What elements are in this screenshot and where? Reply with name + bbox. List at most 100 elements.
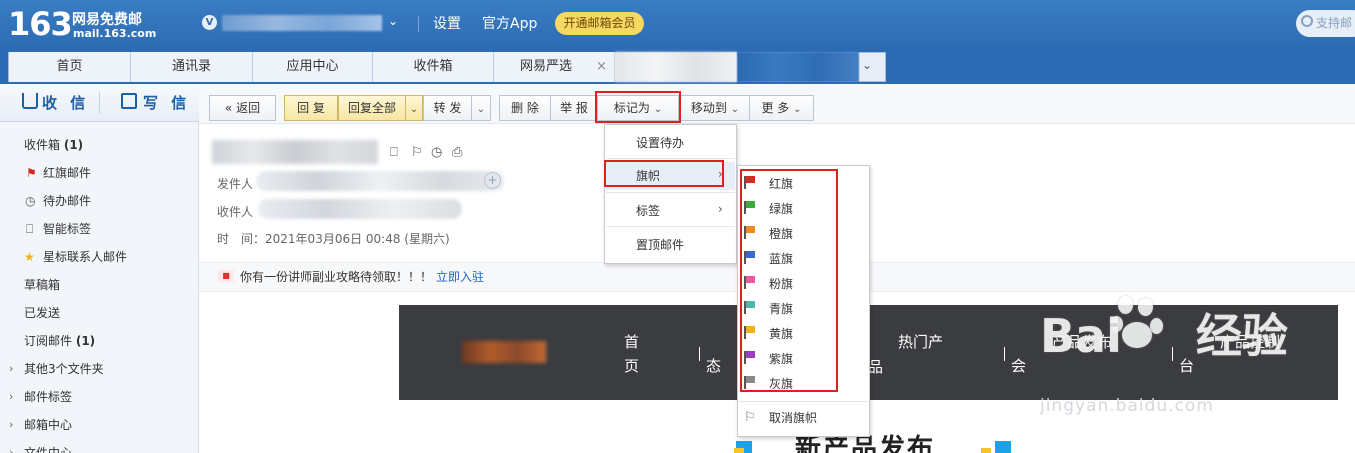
add-contact-icon[interactable]: +: [484, 172, 501, 189]
settings-link[interactable]: 设置: [433, 15, 461, 33]
compose-button[interactable]: 写 信: [143, 92, 190, 114]
flag-icon[interactable]: ⚐: [411, 145, 423, 160]
chevron-down-icon[interactable]: ⌄: [862, 58, 872, 72]
highlight-box: [740, 169, 838, 392]
folder-drafts[interactable]: 草稿箱: [24, 277, 60, 293]
menu-divider: [606, 226, 735, 227]
inbox-receive-icon: [22, 93, 38, 109]
decoration-block: [734, 448, 744, 453]
chevron-right-icon[interactable]: ›: [9, 445, 13, 453]
banner-nav-text[interactable]: 首: [624, 329, 639, 355]
unread-count: (1): [63, 138, 84, 152]
search-icon: [1301, 15, 1313, 27]
folder-starred-contacts[interactable]: 星标联系人邮件: [43, 249, 127, 265]
reply-button[interactable]: 回 复: [284, 95, 338, 121]
close-tab-icon[interactable]: ×: [596, 52, 607, 81]
folder-other[interactable]: 其他3个文件夹: [24, 361, 104, 377]
print-icon[interactable]: ⎙: [452, 145, 462, 160]
unread-count: (1): [75, 334, 96, 348]
folder-file-center[interactable]: 文件中心: [24, 445, 72, 453]
menu-item-pin-top[interactable]: 置顶邮件: [636, 236, 684, 254]
banner-nav-text[interactable]: 会: [1011, 353, 1026, 379]
join-now-link[interactable]: 立即入驻: [436, 268, 484, 285]
receive-mail-button[interactable]: 收 信: [42, 92, 89, 114]
folder-todo[interactable]: 待办邮件: [43, 193, 91, 209]
notice-text: 你有一份讲师副业攻略待领取！！！: [240, 270, 433, 284]
more-label: 更 多: [761, 101, 790, 115]
banner-nav-text[interactable]: 态: [706, 353, 721, 379]
tab-contacts[interactable]: 通讯录: [131, 52, 253, 82]
watermark-brand: Bai 经验: [1040, 310, 1288, 362]
from-label: 发件人: [217, 177, 254, 191]
report-button[interactable]: 举 报: [550, 95, 598, 121]
tab-inbox[interactable]: 收件箱: [373, 52, 494, 82]
chevron-down-icon: ⌄: [730, 104, 740, 115]
folder-sent[interactable]: 已发送: [24, 305, 60, 321]
sender-blurred[interactable]: [256, 171, 504, 191]
bookmark-icon[interactable]: ⎕: [390, 145, 398, 160]
menu-item-set-todo[interactable]: 设置待办: [636, 134, 684, 152]
to-label: 收件人: [217, 205, 254, 219]
reply-dropdown-icon[interactable]: ⌄: [405, 95, 423, 121]
compose-icon: [121, 93, 137, 109]
menu-divider: [606, 158, 735, 159]
reply-all-button[interactable]: 回复全部: [338, 95, 406, 121]
subject-blurred: [212, 140, 378, 164]
back-icon: «: [224, 101, 233, 115]
divider: [1004, 347, 1005, 361]
tab-app-center[interactable]: 应用中心: [253, 52, 373, 82]
more-button[interactable]: 更 多 ⌄: [749, 95, 814, 121]
folder-red-flag[interactable]: 红旗邮件: [43, 165, 91, 181]
highlight-box: [595, 91, 681, 123]
watermark-cn: 经验: [1195, 309, 1288, 363]
banner-nav-text[interactable]: 品: [868, 354, 883, 380]
chevron-right-icon[interactable]: ›: [9, 389, 13, 405]
folder-subscriptions[interactable]: 订阅邮件 (1): [24, 333, 95, 349]
time-row: 时 间：2021年03月06日 00:48 (星期六): [217, 230, 450, 247]
banner-nav-text[interactable]: 热门产: [898, 329, 943, 355]
back-button[interactable]: « 返回: [209, 95, 276, 121]
tab-current-message[interactable]: [737, 52, 859, 82]
flag-outline-icon: ⚐: [744, 410, 756, 425]
folder-mail-tags[interactable]: 邮件标签: [24, 389, 72, 405]
forward-button[interactable]: 转 发: [423, 95, 472, 121]
banner-nav-text[interactable]: 页: [624, 353, 639, 379]
recipient-blurred[interactable]: [258, 199, 462, 219]
logo-name: 网易免费邮: [72, 12, 142, 28]
decoration-block: [995, 441, 1011, 453]
highlight-box: [604, 160, 724, 187]
back-label: 返回: [236, 101, 261, 115]
tab-yanxuan[interactable]: 网易严选 ×: [494, 52, 615, 82]
divider: [699, 347, 700, 361]
chevron-right-icon[interactable]: ›: [9, 417, 13, 433]
logo-number[interactable]: 163: [8, 4, 73, 44]
move-to-label: 移动到: [690, 101, 727, 115]
vip-badge-icon: V: [202, 15, 217, 30]
official-app-link[interactable]: 官方App: [482, 15, 537, 33]
clock-icon[interactable]: ◷: [431, 145, 442, 160]
user-account-blurred[interactable]: [222, 15, 382, 31]
delete-button[interactable]: 删 除: [499, 95, 551, 121]
time-value: 2021年03月06日 00:48 (星期六): [265, 232, 450, 246]
banner-logo-blurred: [462, 341, 546, 363]
folder-smart-tags[interactable]: 智能标签: [43, 221, 91, 237]
clear-flag-item[interactable]: 取消旗帜: [769, 409, 817, 427]
folder-mail-center[interactable]: 邮箱中心: [24, 417, 72, 433]
account-dropdown-icon[interactable]: ⌄: [388, 14, 398, 28]
tab-home[interactable]: 首页: [9, 52, 131, 82]
tab-blurred[interactable]: [615, 52, 737, 82]
chevron-right-icon[interactable]: ›: [9, 361, 13, 377]
divider: [99, 92, 100, 114]
forward-dropdown-icon[interactable]: ⌄: [471, 95, 491, 121]
notice-icon: ■: [218, 270, 234, 282]
time-label: 时 间：: [217, 232, 266, 246]
decoration-block: [981, 448, 991, 453]
watermark-brand-text: Bai: [1040, 309, 1122, 363]
menu-divider: [606, 192, 735, 193]
folder-inbox[interactable]: 收件箱 (1): [24, 137, 83, 153]
menu-divider: [739, 401, 868, 402]
move-to-button[interactable]: 移动到 ⌄: [680, 95, 750, 121]
menu-item-tags[interactable]: 标签: [636, 202, 660, 220]
vip-upgrade-button[interactable]: 开通邮箱会员: [555, 12, 644, 35]
logo-domain: mail.163.com: [73, 27, 157, 40]
